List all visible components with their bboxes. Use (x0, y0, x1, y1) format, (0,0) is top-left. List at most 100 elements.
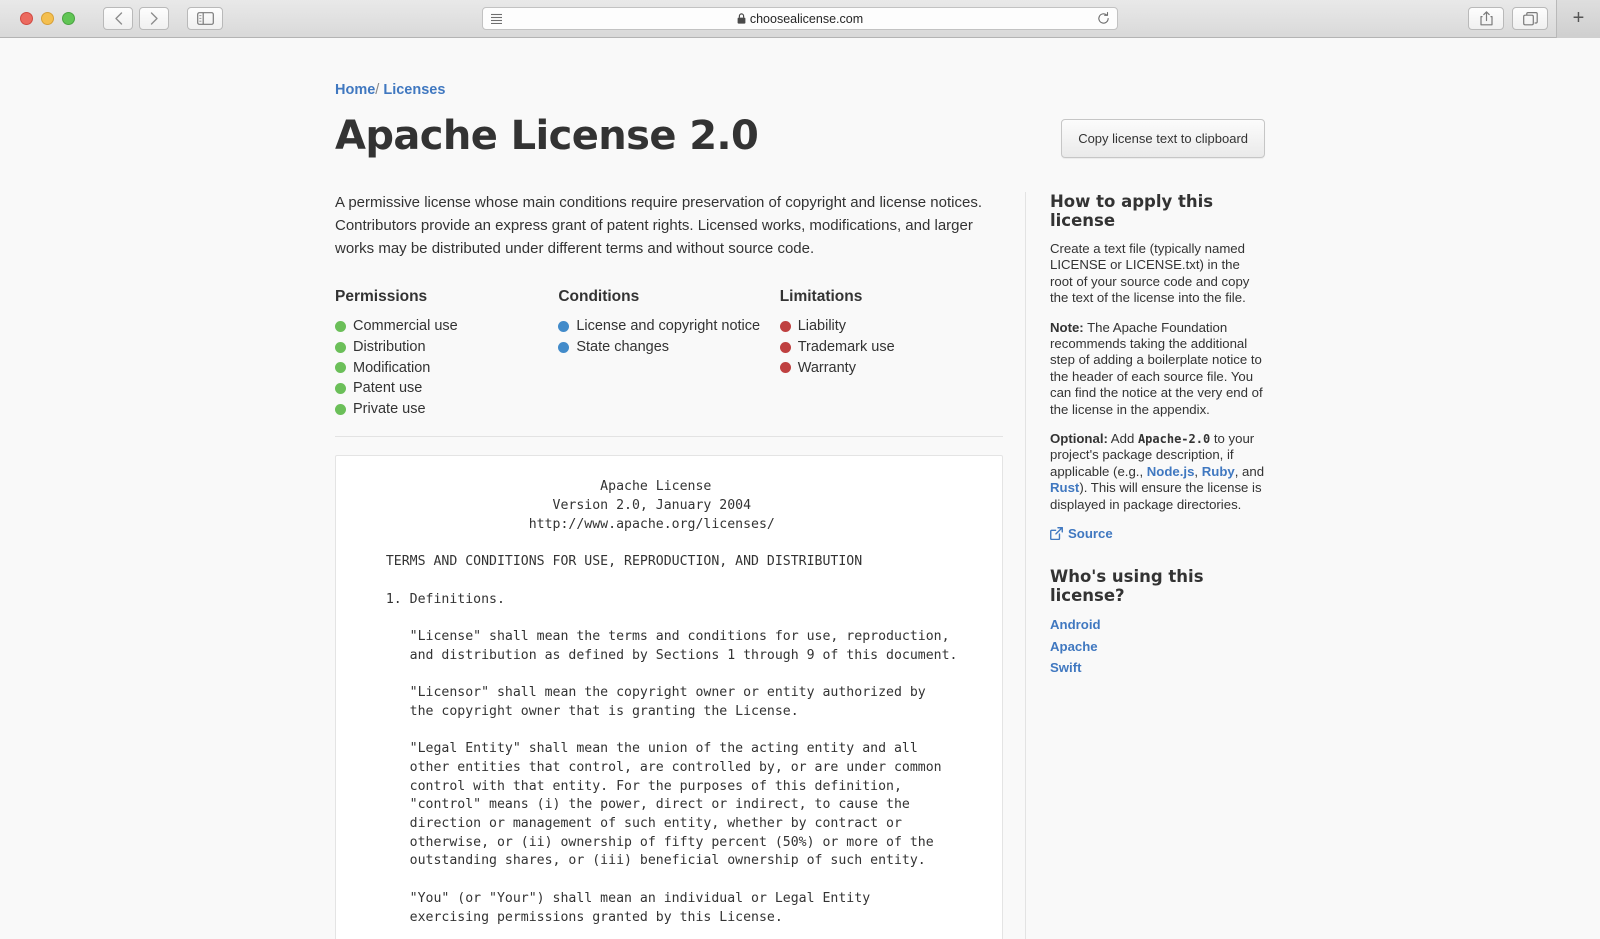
condition-label: License and copyright notice (576, 318, 761, 335)
permission-dot-icon (335, 341, 346, 353)
user-link-apache[interactable]: Apache (1050, 638, 1265, 657)
license-rules: Permissions Commercial use Distribution … (335, 288, 1003, 419)
permission-label: Patent use (353, 380, 423, 397)
nodejs-link[interactable]: Node.js (1147, 464, 1195, 479)
note-label: Note: (1050, 319, 1084, 335)
condition-label: State changes (576, 338, 670, 355)
share-button[interactable] (1468, 7, 1504, 30)
back-button[interactable] (103, 7, 133, 30)
permissions-group: Permissions Commercial use Distribution … (335, 288, 558, 419)
page-title: Apache License 2.0 (335, 113, 759, 159)
reader-view-icon[interactable] (490, 13, 503, 24)
limitation-label: Trademark use (797, 338, 895, 355)
package-id-code: Apache-2.0 (1137, 432, 1211, 447)
permission-dot-icon (335, 321, 346, 333)
title-column: Apache License 2.0 (335, 114, 1061, 158)
conditions-title: Conditions (558, 288, 640, 306)
optional-pre-text: Add (1107, 431, 1138, 447)
note-paragraph: Note: The Apache Foundation recommends t… (1050, 320, 1265, 418)
source-link[interactable]: Source (1050, 526, 1265, 541)
list-item: License and copyright notice (558, 316, 779, 337)
new-tab-label: + (1572, 7, 1585, 29)
minimize-window-button[interactable] (41, 12, 54, 25)
limitation-label: Warranty (797, 359, 856, 376)
list-item: Patent use (335, 378, 558, 399)
page-viewport: Home/ Licenses Apache License 2.0 Copy l… (0, 38, 1600, 939)
toolbar-right-group: + (1468, 0, 1600, 38)
whos-using-title: Who's using this license? (1050, 567, 1204, 606)
source-label: Source (1068, 526, 1113, 542)
optional-paragraph: Optional: Add Apache-2.0 to your project… (1050, 431, 1265, 512)
list-item: Modification (335, 358, 558, 379)
license-text: Apache License Version 2.0, January 2004… (385, 479, 958, 925)
page-container: Home/ Licenses Apache License 2.0 Copy l… (335, 38, 1265, 939)
user-link-android[interactable]: Android (1050, 616, 1265, 635)
list-item: State changes (558, 337, 779, 358)
lock-icon (737, 13, 746, 24)
forward-arrow-icon (150, 12, 158, 25)
limitations-list: Liability Trademark use Warranty (779, 316, 1003, 379)
limitation-label: Liability (797, 318, 847, 335)
permissions-title: Permissions (335, 288, 428, 306)
permission-label: Distribution (353, 338, 426, 355)
sidebar: How to apply this license Create a text … (1025, 192, 1265, 939)
whos-using-list: Android Apache Swift (1050, 616, 1265, 678)
breadcrumb: Home/ Licenses (335, 82, 1265, 98)
conditions-group: Conditions License and copyright notice … (558, 288, 779, 419)
main-column: A permissive license whose main conditio… (335, 192, 1025, 939)
how-to-apply-body: Create a text file (typically named LICE… (1050, 241, 1250, 306)
new-tab-button[interactable]: + (1556, 0, 1600, 38)
maximize-window-button[interactable] (62, 12, 75, 25)
forward-button[interactable] (139, 7, 169, 30)
address-bar[interactable]: choosealicense.com (482, 7, 1118, 30)
address-text-group: choosealicense.com (503, 12, 1097, 26)
copy-license-button[interactable]: Copy license text to clipboard (1061, 119, 1265, 158)
tab-overview-button[interactable] (1512, 7, 1548, 30)
section-divider (335, 436, 1003, 438)
title-row: Apache License 2.0 Copy license text to … (335, 114, 1265, 158)
rust-link[interactable]: Rust (1050, 480, 1079, 495)
how-to-apply-title: How to apply this license (1050, 192, 1214, 230)
list-item: Liability (779, 316, 1003, 337)
list-item: Trademark use (779, 337, 1003, 358)
permissions-list: Commercial use Distribution Modification… (335, 316, 558, 419)
limitation-dot-icon (779, 362, 791, 374)
optional-post-text: ). This will ensure the license is displ… (1050, 480, 1262, 512)
breadcrumb-home-link[interactable]: Home (335, 82, 375, 98)
condition-dot-icon (558, 341, 570, 353)
permission-label: Modification (353, 359, 431, 376)
license-description: A permissive license whose main conditio… (335, 194, 982, 257)
permission-dot-icon (335, 403, 346, 415)
external-link-icon (1050, 527, 1063, 541)
reload-icon[interactable] (1097, 12, 1110, 25)
url-text: choosealicense.com (749, 11, 864, 26)
browser-toolbar: choosealicense.com + (0, 0, 1600, 38)
optional-label: Optional: (1050, 431, 1108, 447)
list-item: Commercial use (335, 316, 558, 337)
sidebar-toggle-button[interactable] (187, 7, 223, 30)
content-columns: A permissive license whose main conditio… (335, 192, 1265, 939)
limitation-dot-icon (779, 321, 791, 333)
list-item: Private use (335, 399, 558, 420)
license-text-box: Apache License Version 2.0, January 2004… (335, 455, 1003, 939)
user-link-swift[interactable]: Swift (1050, 659, 1265, 678)
window-controls (20, 12, 75, 25)
limitations-title: Limitations (779, 288, 863, 306)
sidebar-toggle-icon (196, 12, 214, 25)
limitation-dot-icon (779, 341, 791, 353)
share-icon (1479, 11, 1493, 26)
permission-dot-icon (335, 382, 346, 394)
list-item: Warranty (779, 358, 1003, 379)
back-arrow-icon (114, 12, 122, 25)
breadcrumb-separator: / (375, 82, 380, 98)
tab-overview-icon (1522, 11, 1538, 25)
conditions-list: License and copyright notice State chang… (558, 316, 779, 357)
ruby-link[interactable]: Ruby (1202, 464, 1235, 479)
navigation-buttons (103, 7, 169, 30)
breadcrumb-licenses-link[interactable]: Licenses (383, 82, 445, 98)
permission-label: Commercial use (353, 318, 458, 335)
permission-dot-icon (335, 362, 346, 374)
close-window-button[interactable] (20, 12, 33, 25)
browser-window: choosealicense.com + Home/ Licenses Apac… (0, 0, 1600, 939)
list-item: Distribution (335, 337, 558, 358)
